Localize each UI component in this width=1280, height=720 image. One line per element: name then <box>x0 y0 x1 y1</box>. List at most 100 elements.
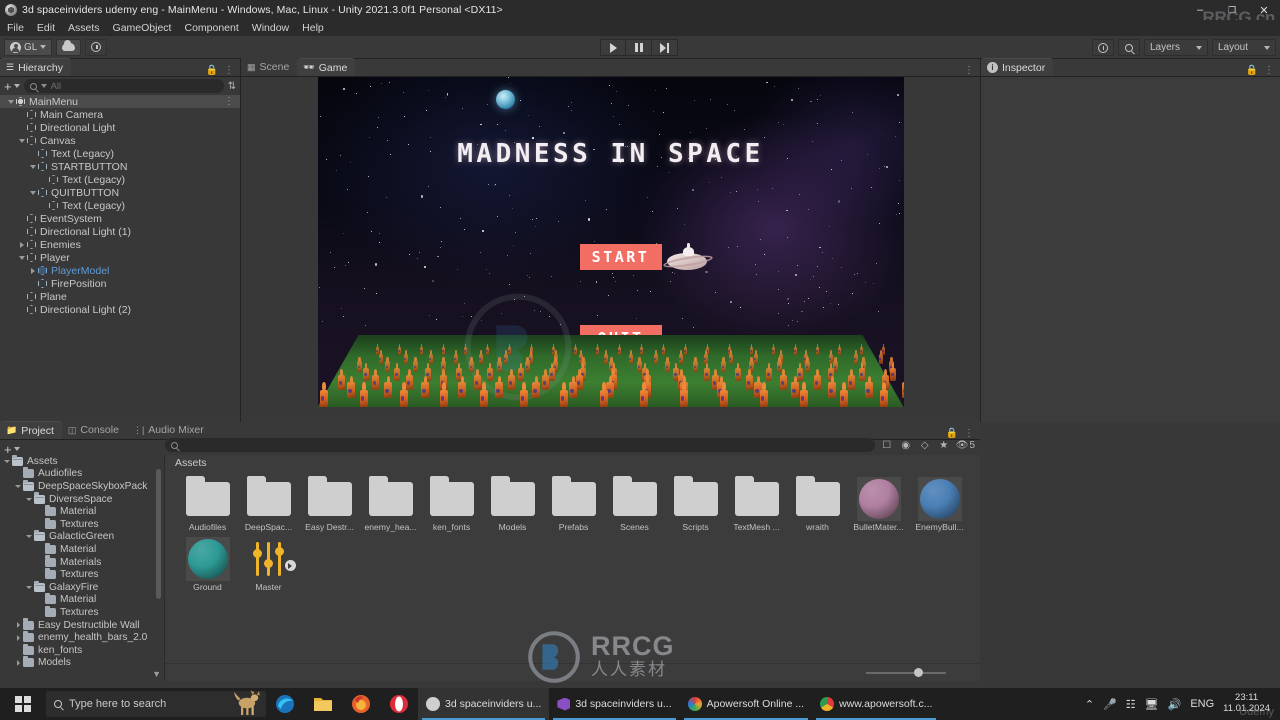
kebab-menu-icon[interactable]: ⋮ <box>224 96 234 107</box>
pause-button[interactable] <box>626 39 652 56</box>
project-tree-item-galaxyfire[interactable]: GalaxyFire <box>0 580 164 594</box>
refresh-button[interactable] <box>85 38 108 56</box>
twirl-open-icon[interactable] <box>17 138 26 143</box>
taskbar-search-input[interactable]: Type here to search <box>46 690 266 717</box>
tab-console[interactable]: ◫ Console <box>61 421 127 439</box>
twirl-open-icon[interactable] <box>28 190 37 195</box>
network-icon[interactable]: 🖥 <box>1145 698 1159 711</box>
asset-item[interactable]: Audiofiles <box>177 476 238 532</box>
twirl-open-icon[interactable] <box>24 535 34 539</box>
tab-scene[interactable]: ▦ Scene <box>241 58 298 76</box>
asset-item[interactable]: Prefabs <box>543 476 604 532</box>
hierarchy-item-plane[interactable]: Plane <box>0 290 240 303</box>
twirl-closed-icon[interactable] <box>17 241 26 248</box>
project-tree-item-audiofiles[interactable]: Audiofiles <box>0 467 164 481</box>
hierarchy-item-enemies[interactable]: Enemies <box>0 238 240 251</box>
menu-component[interactable]: Component <box>184 22 238 34</box>
project-tree-item-material[interactable]: Material <box>0 593 164 607</box>
volume-icon[interactable]: 🔊 <box>1168 698 1182 711</box>
tab-hierarchy[interactable]: ☰ Hierarchy <box>0 58 72 76</box>
thumbnail-zoom-slider[interactable] <box>866 668 946 677</box>
taskbar-opera-icon[interactable] <box>380 688 418 720</box>
filter-type-icon[interactable]: ◉ <box>899 438 913 452</box>
hierarchy-item-eventsystem[interactable]: EventSystem <box>0 212 240 225</box>
hierarchy-item-player[interactable]: Player <box>0 251 240 264</box>
history-button[interactable] <box>1092 39 1114 56</box>
create-asset-button[interactable]: + <box>4 443 20 456</box>
twirl-open-icon[interactable] <box>13 484 23 488</box>
hierarchy-item-main-camera[interactable]: Main Camera <box>0 108 240 121</box>
project-tree-item-textures[interactable]: Textures <box>0 517 164 531</box>
kebab-menu-icon[interactable]: ⋮ <box>224 65 234 76</box>
taskbar-window-unity[interactable]: 3d spaceinviders u... <box>418 688 550 720</box>
favorite-icon[interactable]: ★ <box>937 438 951 452</box>
tab-project[interactable]: 📁 Project <box>0 421 62 439</box>
cloud-button[interactable] <box>56 38 82 56</box>
twirl-open-icon[interactable] <box>24 497 34 501</box>
project-tree-item-galacticgreen[interactable]: GalacticGreen <box>0 530 164 544</box>
asset-item[interactable]: TextMesh ... <box>726 476 787 532</box>
menu-window[interactable]: Window <box>252 22 289 34</box>
hierarchy-item-directional-light-1[interactable]: Directional Light (1) <box>0 225 240 238</box>
lock-icon[interactable]: 🔒 <box>206 65 218 76</box>
project-tree-item-assets[interactable]: Assets <box>0 455 164 468</box>
hierarchy-item-fireposition[interactable]: FirePosition <box>0 277 240 290</box>
asset-item[interactable]: wraith <box>787 476 848 532</box>
taskbar-window-chrome[interactable]: www.apowersoft.c... <box>812 688 940 720</box>
game-render-surface[interactable]: MADNESS IN SPACE START QUIT <box>317 77 904 407</box>
hierarchy-item-text-legacy[interactable]: Text (Legacy) <box>0 199 240 212</box>
asset-item[interactable]: Scripts <box>665 476 726 532</box>
twirl-open-icon[interactable] <box>2 459 12 463</box>
project-tree-item-textures[interactable]: Textures <box>0 567 164 581</box>
taskbar-edge-icon[interactable] <box>266 688 304 720</box>
create-gameobject-button[interactable]: + <box>4 80 20 93</box>
hierarchy-item-quitbutton[interactable]: QUITBUTTON <box>0 186 240 199</box>
menu-edit[interactable]: Edit <box>37 22 55 34</box>
thumbnail-zoom-knob[interactable] <box>914 668 923 677</box>
layout-dropdown[interactable]: Layout <box>1212 39 1276 56</box>
hierarchy-item-mainmenu[interactable]: MainMenu ⋮ <box>0 95 240 108</box>
twirl-closed-icon[interactable] <box>13 634 23 641</box>
project-tree-item-easy-destructible-wall[interactable]: Easy Destructible Wall <box>0 618 164 632</box>
asset-item[interactable]: BulletMater... <box>848 477 909 532</box>
tab-inspector[interactable]: i Inspector <box>981 58 1054 76</box>
project-tree-item-diversespace[interactable]: DiverseSpace <box>0 492 164 506</box>
close-button[interactable]: ✕ <box>1248 0 1280 20</box>
hierarchy-sort-icon[interactable]: ⇅ <box>228 81 236 92</box>
project-tree-scrollbar[interactable] <box>156 469 161 599</box>
asset-item[interactable]: DeepSpac... <box>238 476 299 532</box>
search-button[interactable] <box>1118 39 1140 56</box>
kebab-menu-icon[interactable]: ⋮ <box>964 65 974 76</box>
windows-start-icon[interactable] <box>0 688 46 720</box>
lock-icon[interactable]: 🔒 <box>1246 65 1258 76</box>
project-tree-item-material[interactable]: Material <box>0 542 164 556</box>
game-start-button[interactable]: START <box>579 244 662 270</box>
hierarchy-item-startbutton[interactable]: STARTBUTTON <box>0 160 240 173</box>
menu-help[interactable]: Help <box>302 22 324 34</box>
project-tree-item-models[interactable]: Models <box>0 656 164 670</box>
taskbar-window-apowersoft[interactable]: Apowersoft Online ... <box>680 688 812 720</box>
taskbar-window-visualstudio[interactable]: 3d spaceinviders u... <box>549 688 679 720</box>
filter-label-icon[interactable]: ◇ <box>918 438 932 452</box>
hierarchy-item-directional-light[interactable]: Directional Light <box>0 121 240 134</box>
step-button[interactable] <box>652 39 678 56</box>
twirl-closed-icon[interactable] <box>28 267 37 274</box>
asset-item[interactable]: enemy_hea... <box>360 476 421 532</box>
asset-item[interactable]: Easy Destr... <box>299 476 360 532</box>
twirl-closed-icon[interactable] <box>13 622 23 629</box>
layers-dropdown[interactable]: Layers <box>1144 39 1208 56</box>
tab-game[interactable]: 🕶 Game <box>297 58 356 76</box>
hierarchy-item-canvas[interactable]: Canvas <box>0 134 240 147</box>
screenshot-icon[interactable]: ☷ <box>1126 698 1136 711</box>
account-button[interactable]: GL <box>4 38 53 56</box>
project-tree-item-enemy-health-bars-2.0[interactable]: enemy_health_bars_2.0 <box>0 630 164 644</box>
tray-chevron-up-icon[interactable]: ⌃ <box>1085 698 1094 711</box>
minimize-button[interactable]: – <box>1184 0 1216 20</box>
project-tree-item-ken-fonts[interactable]: ken_fonts <box>0 643 164 657</box>
asset-item[interactable]: ken_fonts <box>421 476 482 532</box>
hierarchy-item-playermodel[interactable]: PlayerModel <box>0 264 240 277</box>
twirl-open-icon[interactable] <box>24 585 34 589</box>
play-button[interactable] <box>600 39 626 56</box>
project-tree-item-textures[interactable]: Textures <box>0 605 164 619</box>
taskbar-firefox-icon[interactable] <box>342 688 380 720</box>
